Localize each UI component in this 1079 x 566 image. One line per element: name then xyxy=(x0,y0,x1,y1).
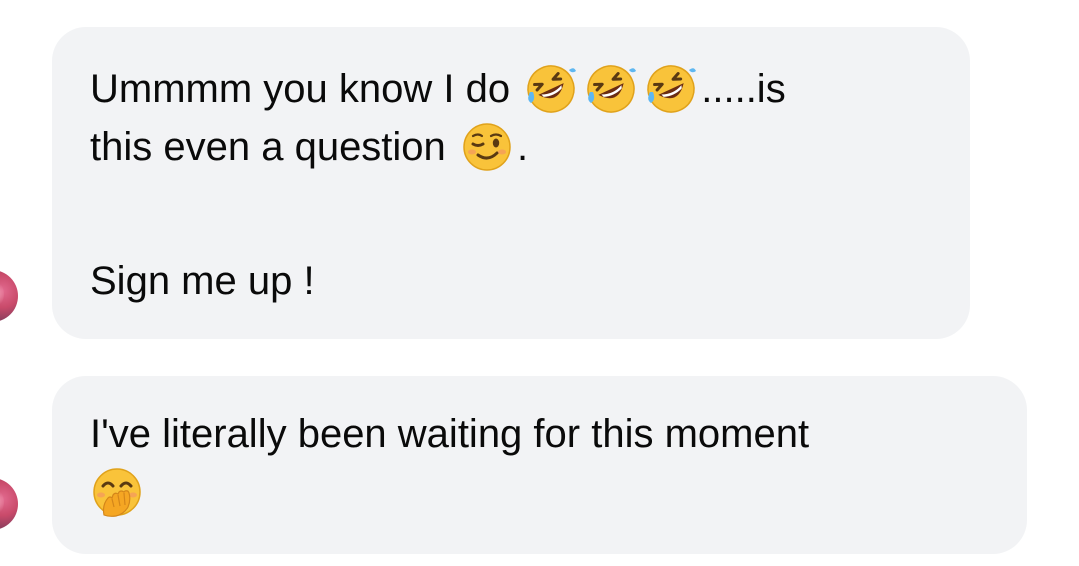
sender-avatar[interactable] xyxy=(0,270,18,322)
message-line: Sign me up ! xyxy=(90,252,932,310)
face-with-hand-over-mouth-emoji-icon xyxy=(90,465,144,519)
rolling-on-floor-laughing-emoji-icon xyxy=(524,62,578,116)
message-line: Ummmm you know I do .....is xyxy=(90,60,932,118)
message-line xyxy=(90,463,989,521)
message-bubble[interactable]: I've literally been waiting for this mom… xyxy=(52,376,1027,554)
message-text: Sign me up ! xyxy=(90,259,315,303)
winking-face-emoji-icon xyxy=(460,120,514,174)
message-text: I've literally been waiting for this mom… xyxy=(90,412,810,456)
message-line: this even a question . xyxy=(90,118,932,176)
sender-avatar[interactable] xyxy=(0,478,18,530)
rolling-on-floor-laughing-emoji-icon xyxy=(584,62,638,116)
rolling-on-floor-laughing-emoji-icon xyxy=(644,62,698,116)
message-bubble[interactable]: Ummmm you know I do .....is this even a … xyxy=(52,27,970,339)
message-text-suffix: .....is xyxy=(701,67,786,111)
message-text: Ummmm you know I do xyxy=(90,67,511,111)
message-line: I've literally been waiting for this mom… xyxy=(90,405,989,463)
message-text-suffix: . xyxy=(516,125,529,169)
message-text: this even a question xyxy=(90,125,446,169)
